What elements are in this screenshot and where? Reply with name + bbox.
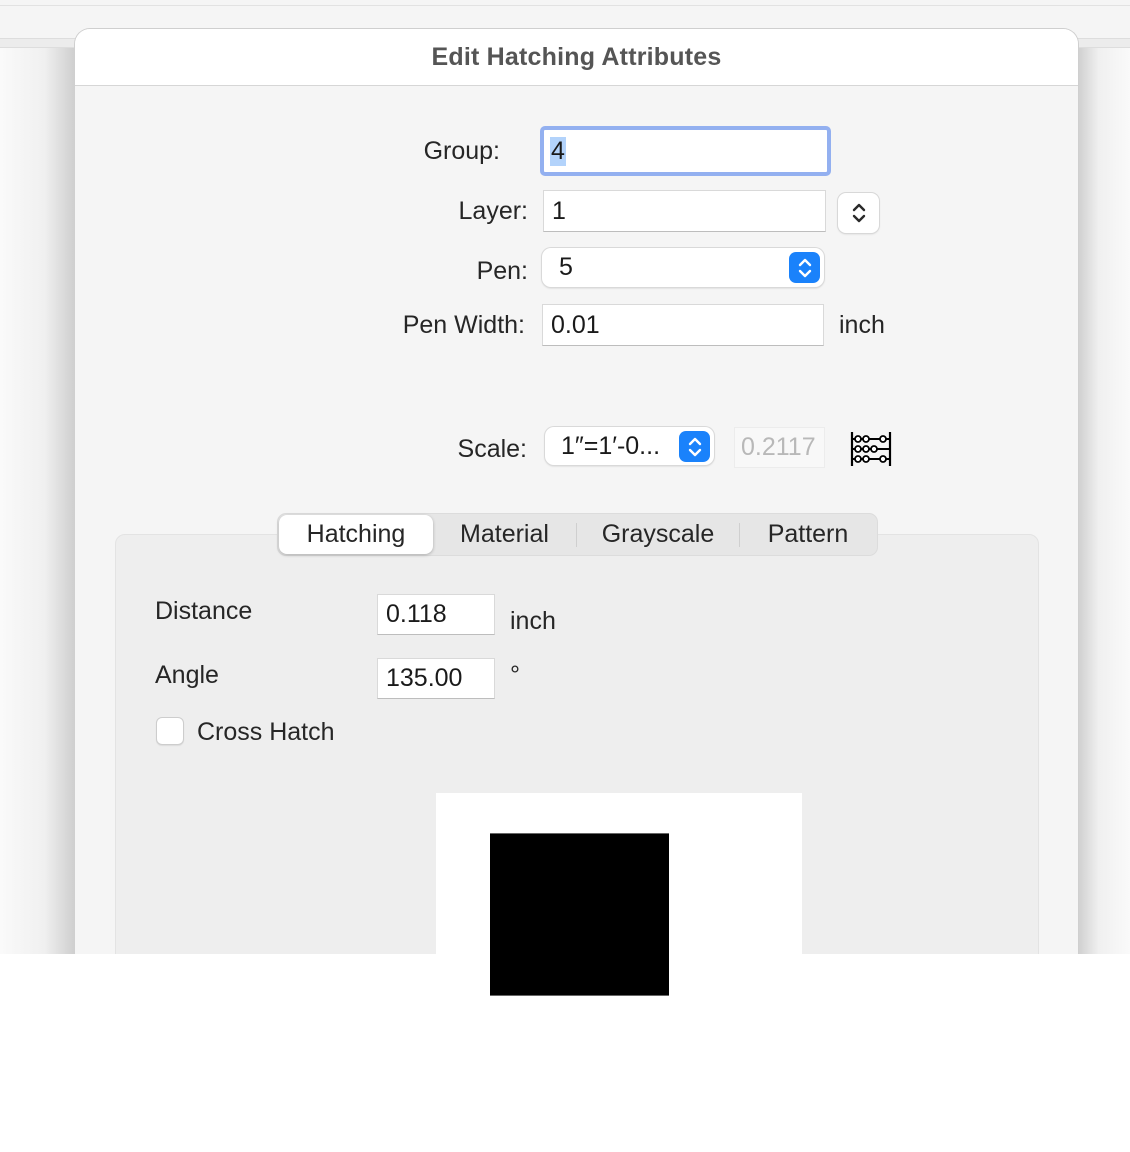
- cross-hatch-checkbox[interactable]: [156, 717, 184, 745]
- distance-unit: inch: [510, 607, 556, 635]
- edit-hatching-dialog: Edit Hatching Attributes Group: 4 Layer:…: [74, 28, 1079, 954]
- pen-width-field[interactable]: 0.01: [542, 304, 824, 346]
- pen-popup[interactable]: 5: [542, 248, 824, 287]
- layer-stepper[interactable]: [838, 193, 879, 233]
- attribute-tabs: Hatching Material Grayscale Pattern: [277, 513, 878, 556]
- pen-width-label: Pen Width:: [402, 311, 525, 339]
- tab-material-label: Material: [460, 520, 549, 548]
- angle-value: 135.00: [386, 664, 463, 692]
- distance-value: 0.118: [386, 600, 447, 628]
- background-divider: [0, 5, 1130, 6]
- scale-value: 1″=1′-0...: [561, 431, 661, 460]
- tab-grayscale[interactable]: Grayscale: [577, 514, 739, 555]
- pen-label: Pen:: [476, 257, 528, 285]
- distance-label: Distance: [155, 597, 253, 625]
- dialog-title-bar: Edit Hatching Attributes: [75, 29, 1078, 86]
- tab-pattern-label: Pattern: [767, 520, 849, 548]
- hatch-preview-swatch: [490, 833, 669, 996]
- scale-label: Scale:: [457, 435, 527, 463]
- tab-hatching-label: Hatching: [306, 520, 406, 548]
- tab-material[interactable]: Material: [433, 514, 576, 555]
- layer-field[interactable]: 1: [543, 190, 826, 232]
- pen-width-value: 0.01: [551, 310, 600, 339]
- dialog-title: Edit Hatching Attributes: [431, 42, 722, 71]
- scale-popup[interactable]: 1″=1′-0...: [545, 427, 714, 465]
- pen-popup-arrows: [789, 252, 820, 283]
- angle-field[interactable]: 135.00: [377, 658, 495, 699]
- scale-factor-value: 0.2117: [741, 433, 816, 461]
- cross-hatch-label: Cross Hatch: [197, 718, 335, 746]
- scale-popup-arrows: [679, 431, 710, 462]
- pen-value: 5: [559, 253, 573, 281]
- group-label: Group:: [423, 137, 500, 165]
- group-field[interactable]: 4: [540, 126, 831, 176]
- pen-width-unit: inch: [839, 311, 885, 339]
- tab-grayscale-label: Grayscale: [601, 520, 715, 548]
- sheet-shadow-left: [0, 48, 74, 954]
- scale-calculator-button[interactable]: [850, 431, 892, 472]
- up-down-chevron-icon: [852, 203, 865, 223]
- sheet-shadow-right: [1078, 48, 1130, 954]
- angle-label: Angle: [155, 661, 219, 689]
- up-down-chevron-icon: [798, 258, 811, 277]
- layer-label: Layer:: [458, 197, 528, 225]
- up-down-chevron-icon: [688, 437, 701, 456]
- group-value: 4: [550, 136, 566, 166]
- scale-factor-field: 0.2117: [734, 427, 825, 468]
- abacus-icon: [850, 432, 892, 466]
- tab-pattern[interactable]: Pattern: [740, 514, 876, 555]
- distance-field[interactable]: 0.118: [377, 594, 495, 635]
- layer-value: 1: [552, 196, 566, 225]
- angle-unit: °: [510, 661, 520, 689]
- tab-hatching[interactable]: Hatching: [279, 515, 433, 554]
